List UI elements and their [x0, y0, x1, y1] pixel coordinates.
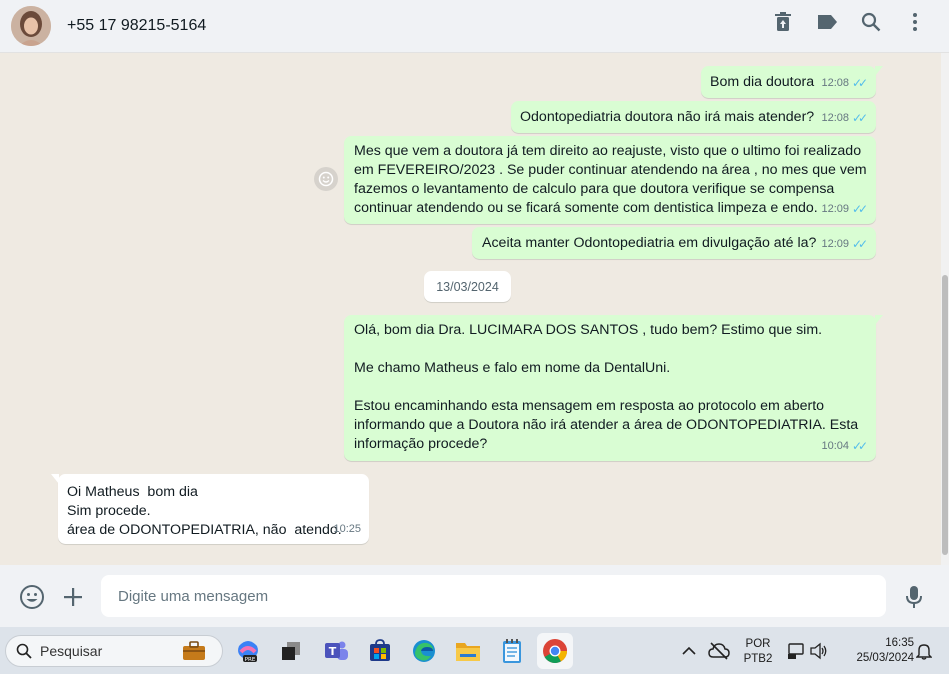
message-text: Aceita manter Odontopediatria em divulga…: [482, 235, 817, 251]
search-icon: [16, 643, 32, 659]
chrome-icon[interactable]: [537, 633, 573, 669]
message-meta: 10:25: [333, 520, 361, 539]
bubble-tail: [875, 315, 883, 325]
contact-avatar[interactable]: [11, 6, 51, 46]
chat-area[interactable]: Bom dia doutora 12:08 ✓✓ Odontopediatria…: [0, 53, 949, 565]
taskbar-search[interactable]: Pesquisar: [5, 635, 223, 667]
message-text: Olá, bom dia Dra. LUCIMARA DOS SANTOS , …: [354, 322, 859, 452]
trash-icon[interactable]: [771, 10, 795, 34]
message-time: 12:08: [821, 77, 849, 89]
briefcase-icon: [182, 641, 206, 664]
message-meta: 12:08 ✓✓: [821, 74, 868, 93]
contact-name[interactable]: +55 17 98215-5164: [67, 17, 206, 35]
volume-icon[interactable]: [805, 637, 833, 665]
tray-chevron-up-icon[interactable]: [675, 637, 703, 665]
keyboard-layout-label: PTB2: [743, 653, 773, 665]
svg-text:T: T: [329, 645, 337, 658]
message-meta: 10:04 ✓✓: [821, 437, 868, 456]
date-separator: 13/03/2024: [424, 271, 511, 302]
notepad-icon[interactable]: [498, 637, 526, 665]
microphone-icon[interactable]: [901, 584, 927, 610]
scrollbar[interactable]: [941, 53, 949, 565]
search-icon[interactable]: [859, 10, 883, 34]
message-outgoing[interactable]: Odontopediatria doutora não irá mais ate…: [511, 101, 876, 133]
read-ticks-icon: ✓✓: [852, 202, 868, 216]
emoji-icon[interactable]: [19, 584, 45, 610]
message-time: 12:09: [821, 203, 849, 215]
message-text: Mes que vem a doutora já tem direito ao …: [354, 143, 867, 216]
message-time: 12:09: [821, 238, 849, 250]
react-emoji-icon[interactable]: [314, 167, 338, 191]
message-input[interactable]: Digite uma mensagem: [101, 575, 886, 617]
message-time: 12:08: [821, 112, 849, 124]
message-time: 10:04: [821, 440, 849, 452]
message-outgoing[interactable]: Bom dia doutora 12:08 ✓✓: [701, 66, 883, 98]
scrollbar-thumb[interactable]: [942, 275, 948, 555]
edge-icon[interactable]: [410, 637, 438, 665]
windows-taskbar: Pesquisar PRE T POR PTB2 16:35 25/03/202…: [0, 627, 949, 674]
header-actions: [771, 10, 927, 34]
label-icon[interactable]: [815, 10, 839, 34]
message-incoming[interactable]: Oi Matheus bom dia Sim procede. área de …: [51, 474, 369, 544]
store-icon[interactable]: [366, 637, 394, 665]
taskbar-search-label: Pesquisar: [40, 643, 103, 659]
cloud-offline-icon[interactable]: [705, 637, 733, 665]
more-icon[interactable]: [903, 10, 927, 34]
clock-date: 25/03/2024: [856, 652, 914, 664]
read-ticks-icon: ✓✓: [852, 439, 868, 453]
clock-time: 16:35: [885, 637, 914, 649]
language-label: POR: [745, 638, 771, 650]
read-ticks-icon: ✓✓: [852, 76, 868, 90]
teams-icon[interactable]: T: [322, 637, 350, 665]
read-ticks-icon: ✓✓: [852, 237, 868, 251]
message-meta: 12:09 ✓✓: [821, 235, 868, 254]
message-text: Odontopediatria doutora não irá mais ate…: [520, 109, 815, 125]
file-explorer-icon[interactable]: [454, 637, 482, 665]
task-view-icon[interactable]: [277, 637, 305, 665]
copilot-icon[interactable]: PRE: [234, 637, 262, 665]
message-outgoing[interactable]: Aceita manter Odontopediatria em divulga…: [472, 227, 876, 259]
message-meta: 12:09 ✓✓: [821, 200, 868, 219]
svg-text:PRE: PRE: [245, 657, 256, 663]
chat-header: +55 17 98215-5164: [0, 0, 949, 53]
notification-bell-icon[interactable]: [910, 637, 938, 665]
attach-plus-icon[interactable]: [60, 584, 86, 610]
message-outgoing[interactable]: Olá, bom dia Dra. LUCIMARA DOS SANTOS , …: [344, 315, 883, 461]
message-meta: 12:08 ✓✓: [821, 109, 868, 128]
clock[interactable]: 16:35 25/03/2024: [838, 636, 914, 666]
message-input-placeholder: Digite uma mensagem: [118, 587, 269, 605]
read-ticks-icon: ✓✓: [852, 111, 868, 125]
message-composer: Digite uma mensagem: [0, 565, 949, 627]
language-indicator[interactable]: POR PTB2: [740, 637, 776, 667]
bubble-tail: [51, 474, 59, 484]
message-time: 10:25: [333, 523, 361, 535]
message-text: Oi Matheus bom dia Sim procede. área de …: [67, 484, 342, 538]
message-outgoing[interactable]: Mes que vem a doutora já tem direito ao …: [344, 136, 876, 224]
bubble-tail: [875, 66, 883, 76]
